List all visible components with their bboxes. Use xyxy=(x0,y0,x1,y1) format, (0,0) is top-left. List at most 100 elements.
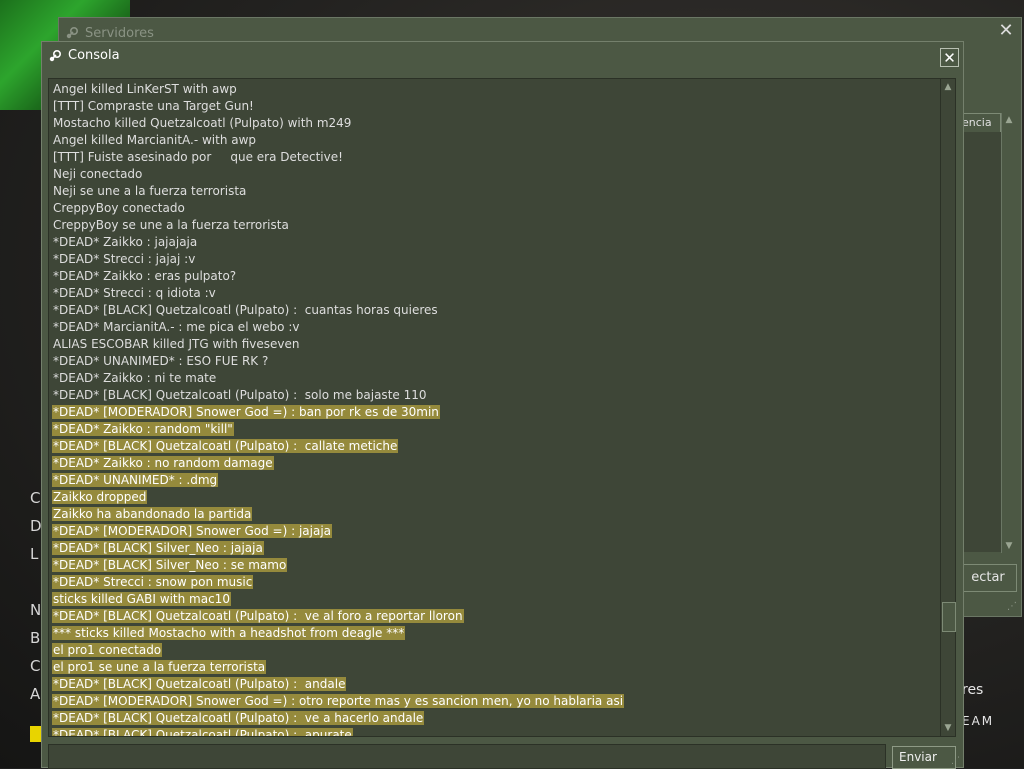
console-log[interactable]: Angel killed LinKerST with awp [TTT] Comp… xyxy=(48,78,941,737)
game-menu-letter: A xyxy=(30,685,41,703)
log-line-text: *DEAD* [BLACK] Silver_Neo : se mamo xyxy=(52,558,288,572)
log-line: el pro1 conectado xyxy=(52,642,940,659)
game-menu-letter: D xyxy=(30,517,42,535)
log-line-text: Neji se une a la fuerza terrorista xyxy=(53,184,247,198)
log-line: el pro1 se une a la fuerza terrorista xyxy=(52,659,940,676)
log-line: *DEAD* Zaikko : random "kill" xyxy=(52,421,940,438)
steam-icon xyxy=(48,49,62,63)
resize-grip-icon[interactable]: ⋰ xyxy=(1007,601,1017,612)
log-line: *DEAD* Zaikko : eras pulpato? xyxy=(52,268,940,285)
log-line-text: *DEAD* Zaikko : random "kill" xyxy=(52,422,234,436)
log-line-text: *DEAD* Zaikko : no random damage xyxy=(52,456,274,470)
log-line-text: *DEAD* [BLACK] Quetzalcoatl (Pulpato) : … xyxy=(53,303,438,317)
send-button[interactable]: Enviar xyxy=(892,746,956,769)
log-line-text: CreppyBoy conectado xyxy=(53,201,185,215)
log-line: *DEAD* [BLACK] Quetzalcoatl (Pulpato) : … xyxy=(52,438,940,455)
log-line-text: Angel killed LinKerST with awp xyxy=(53,82,237,96)
log-line-text: Mostacho killed Quetzalcoatl (Pulpato) w… xyxy=(53,116,352,130)
log-line: CreppyBoy conectado xyxy=(52,200,940,217)
log-line-text: ALIAS ESCOBAR killed JTG with fiveseven xyxy=(53,337,300,351)
log-line: CreppyBoy se une a la fuerza terrorista xyxy=(52,217,940,234)
log-line: *DEAD* UNANIMED* : ESO FUE RK ? xyxy=(52,353,940,370)
arrow-down-icon[interactable]: ▼ xyxy=(1002,539,1016,553)
log-line-text: *DEAD* MarcianitA.- : me pica el webo :v xyxy=(53,320,300,334)
arrow-up-icon[interactable]: ▲ xyxy=(1002,113,1016,127)
log-line-text: *DEAD* UNANIMED* : .dmg xyxy=(52,473,219,487)
log-line: *DEAD* Zaikko : jajajaja xyxy=(52,234,940,251)
log-line: *** sticks killed Mostacho with a headsh… xyxy=(52,625,940,642)
log-line-text: *DEAD* [BLACK] Quetzalcoatl (Pulpato) : … xyxy=(53,388,427,402)
log-line-text: el pro1 se une a la fuerza terrorista xyxy=(52,660,267,674)
console-window[interactable]: Consola ✕ Angel killed LinKerST with awp… xyxy=(41,41,964,769)
log-line: [TTT] Compraste una Target Gun! xyxy=(52,98,940,115)
log-line: *DEAD* [BLACK] Quetzalcoatl (Pulpato) : … xyxy=(52,608,940,625)
log-line-text: *DEAD* Strecci : q idiota :v xyxy=(53,286,216,300)
resize-grip-icon[interactable]: ⋰ xyxy=(951,756,960,766)
log-line: ALIAS ESCOBAR killed JTG with fiveseven xyxy=(52,336,940,353)
console-scrollbar[interactable]: ▲ ▼ xyxy=(940,78,956,737)
log-line-text: Angel killed MarcianitA.- with awp xyxy=(53,133,257,147)
log-line: *DEAD* [MODERADOR] Snower God =) : otro … xyxy=(52,693,940,710)
log-line-text: *DEAD* Strecci : snow pon music xyxy=(52,575,254,589)
log-line: Mostacho killed Quetzalcoatl (Pulpato) w… xyxy=(52,115,940,132)
log-line-text: *DEAD* Zaikko : jajajaja xyxy=(53,235,198,249)
servers-title: Servidores xyxy=(85,25,154,41)
arrow-down-icon[interactable]: ▼ xyxy=(941,720,955,736)
log-line: *DEAD* Strecci : snow pon music xyxy=(52,574,940,591)
log-line: Neji conectado xyxy=(52,166,940,183)
console-log-lines: Angel killed LinKerST with awp [TTT] Comp… xyxy=(49,79,940,736)
log-line-text: *DEAD* Zaikko : ni te mate xyxy=(53,371,217,385)
game-menu-letter: C xyxy=(30,657,41,675)
servers-column-header[interactable]: encia xyxy=(961,113,1001,133)
log-line-text: *DEAD* [BLACK] Quetzalcoatl (Pulpato) : … xyxy=(52,711,425,725)
scrollbar-thumb[interactable] xyxy=(942,602,956,632)
log-line: [TTT] Fuiste asesinado por que era Detec… xyxy=(52,149,940,166)
log-line-text: *DEAD* [MODERADOR] Snower God =) : ban p… xyxy=(52,405,440,419)
arrow-up-icon[interactable]: ▲ xyxy=(941,79,955,95)
game-menu-letter: L xyxy=(30,545,39,563)
log-line: *DEAD* [BLACK] Quetzalcoatl (Pulpato) : … xyxy=(52,710,940,727)
game-menu-letter: C xyxy=(30,489,41,507)
game-right-text-2: EAM xyxy=(962,714,995,728)
servers-titlebar[interactable]: Servidores xyxy=(65,23,154,43)
servers-close-button[interactable]: ✕ xyxy=(995,20,1017,42)
log-line: *DEAD* [MODERADOR] Snower God =) : jajaj… xyxy=(52,523,940,540)
log-line: *DEAD* [BLACK] Quetzalcoatl (Pulpato) : … xyxy=(52,302,940,319)
log-line-text: *DEAD* [BLACK] Quetzalcoatl (Pulpato) : … xyxy=(52,728,353,736)
log-line: *DEAD* MarcianitA.- : me pica el webo :v xyxy=(52,319,940,336)
log-line-text: sticks killed GABI with mac10 xyxy=(52,592,231,606)
log-line: Angel killed MarcianitA.- with awp xyxy=(52,132,940,149)
log-line: Neji se une a la fuerza terrorista xyxy=(52,183,940,200)
console-command-input[interactable] xyxy=(48,744,886,769)
log-line: *DEAD* [BLACK] Quetzalcoatl (Pulpato) : … xyxy=(52,387,940,404)
servers-scrollbar[interactable]: ▲ ▼ xyxy=(1001,113,1016,553)
console-title-group: Consola xyxy=(48,48,120,63)
game-menu-letters: CDLNBCA xyxy=(30,484,42,708)
game-menu-letter: N xyxy=(30,601,42,619)
log-line: *DEAD* [BLACK] Quetzalcoatl (Pulpato) : … xyxy=(52,727,940,736)
log-line-text: *DEAD* Strecci : jajaj :v xyxy=(53,252,196,266)
log-line: sticks killed GABI with mac10 xyxy=(52,591,940,608)
game-menu-letter xyxy=(30,568,42,596)
log-line: *DEAD* Zaikko : no random damage xyxy=(52,455,940,472)
log-line-text: *DEAD* [BLACK] Quetzalcoatl (Pulpato) : … xyxy=(52,439,399,453)
servers-connect-button[interactable]: ectar xyxy=(959,564,1017,592)
log-line-text: [TTT] Fuiste asesinado por que era Detec… xyxy=(53,150,343,164)
game-right-text: res xyxy=(962,682,984,698)
log-line-text: *DEAD* Zaikko : eras pulpato? xyxy=(53,269,237,283)
log-line: *DEAD* Strecci : jajaj :v xyxy=(52,251,940,268)
log-line-text: *DEAD* [BLACK] Quetzalcoatl (Pulpato) : … xyxy=(52,609,464,623)
log-line: *DEAD* [MODERADOR] Snower God =) : ban p… xyxy=(52,404,940,421)
log-line-text: *DEAD* [MODERADOR] Snower God =) : jajaj… xyxy=(52,524,333,538)
log-line: Zaikko dropped xyxy=(52,489,940,506)
console-titlebar[interactable]: Consola ✕ xyxy=(42,42,963,74)
console-close-button[interactable]: ✕ xyxy=(940,48,959,67)
log-line: *DEAD* [BLACK] Quetzalcoatl (Pulpato) : … xyxy=(52,676,940,693)
log-line-text: *DEAD* [BLACK] Quetzalcoatl (Pulpato) : … xyxy=(52,677,347,691)
servers-list[interactable] xyxy=(961,132,1001,552)
log-line-text: *** sticks killed Mostacho with a headsh… xyxy=(52,626,406,640)
log-line: *DEAD* Strecci : q idiota :v xyxy=(52,285,940,302)
log-line-text: [TTT] Compraste una Target Gun! xyxy=(53,99,254,113)
log-line-text: el pro1 conectado xyxy=(52,643,163,657)
log-line-text: Zaikko ha abandonado la partida xyxy=(52,507,253,521)
